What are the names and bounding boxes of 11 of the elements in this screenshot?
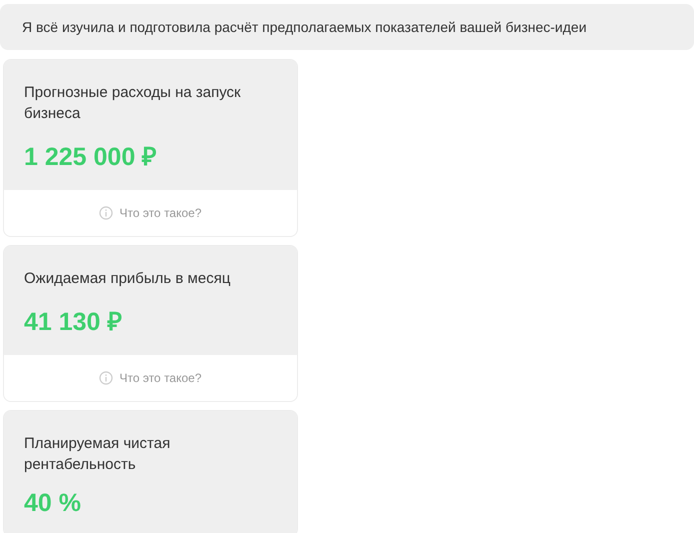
info-icon (99, 371, 114, 385)
metric-title: Прогнозные расходы на запуск бизнеса (24, 83, 242, 124)
metric-title: Планируемая чистая рентабельность (24, 434, 172, 475)
metric-value: 1 225 000 ₽ (24, 142, 158, 172)
chat-message: Я всё изучила и подготовила расчёт предполагаемых показателей вашей бизнес-идеи (0, 4, 694, 50)
help-link[interactable]: Что это такое? (99, 206, 202, 220)
help-link[interactable]: Что это такое? (99, 371, 202, 385)
metric-title: Ожидаемая прибыль в месяц (24, 269, 232, 289)
info-icon (99, 206, 114, 220)
metric-value: 41 130 ₽ (24, 307, 124, 337)
metric-value: 40 % (24, 489, 82, 518)
